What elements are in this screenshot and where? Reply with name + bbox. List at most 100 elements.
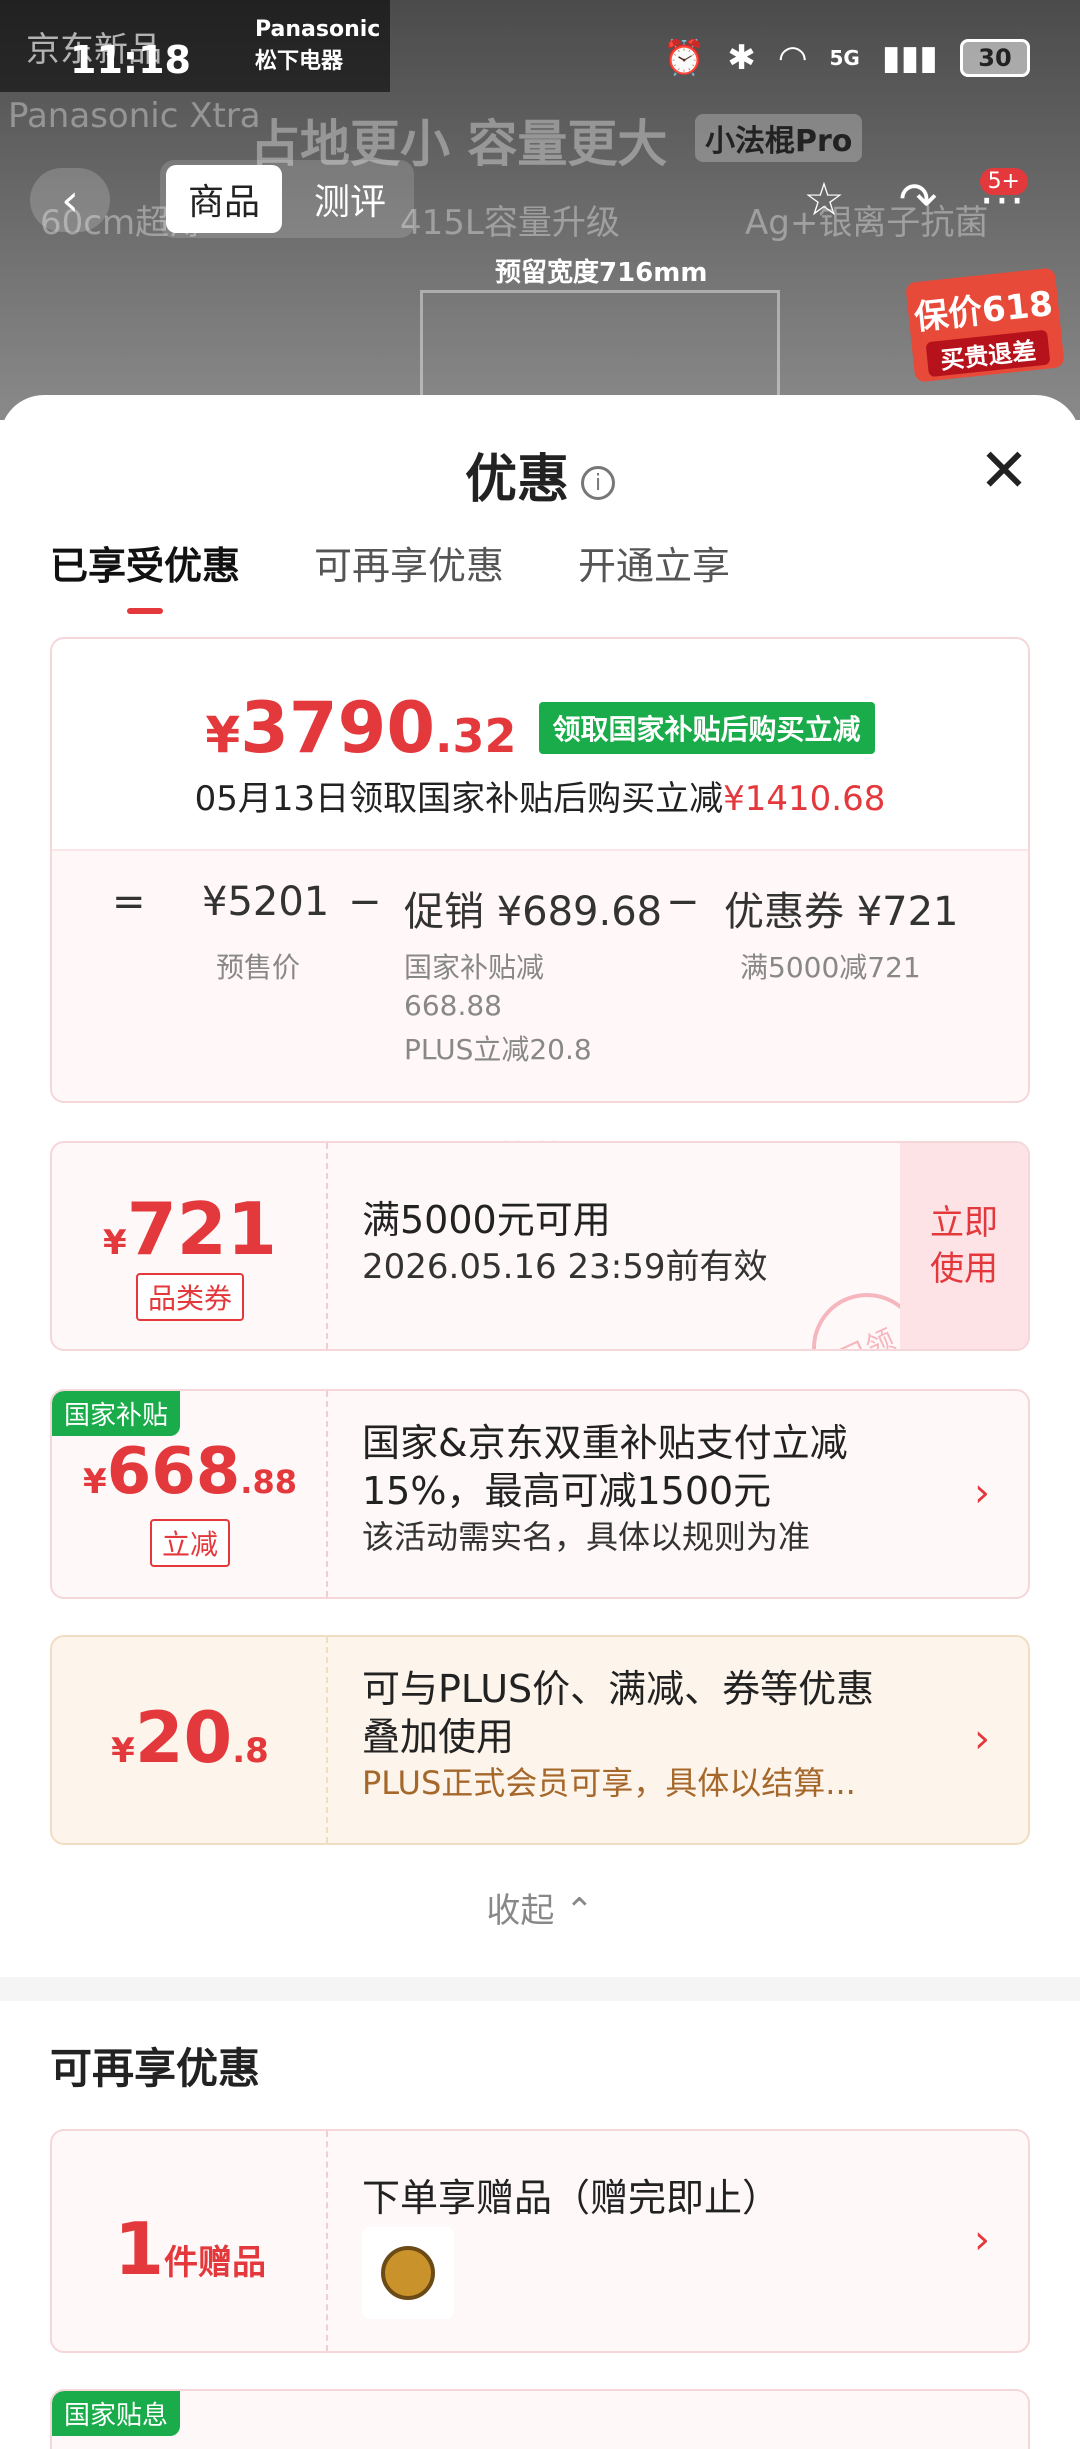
yen-symbol: ¥ bbox=[83, 1462, 107, 1502]
subsidy-value: 668 bbox=[106, 1435, 241, 1509]
product-tabs: 商品 测评 bbox=[160, 160, 415, 238]
sheet-header: 优惠 i bbox=[0, 437, 1080, 512]
subsidy-card[interactable]: 国家补贴 ¥668.88 立减 国家&京东双重补贴支付立减 15%，最高可减15… bbox=[50, 1389, 1030, 1599]
gift-count: 1件赠品 bbox=[52, 2207, 328, 2291]
battery-icon: 30 bbox=[960, 39, 1030, 77]
discount-tabs: 已享受优惠 可再享优惠 开通立享 bbox=[50, 535, 730, 614]
promo-sub: 买贵退差 bbox=[925, 329, 1051, 378]
chevron-right-icon[interactable]: › bbox=[974, 1716, 990, 1762]
subsidy-dec: .88 bbox=[240, 1463, 297, 1501]
close-icon[interactable]: ✕ bbox=[974, 441, 1034, 503]
coupon-details: 满5000元可用 2026.05.16 23:59前有效 bbox=[362, 1195, 767, 1289]
coupon-condition: 满5000元可用 bbox=[362, 1198, 611, 1242]
star-icon[interactable]: ☆ bbox=[786, 164, 862, 234]
price-summary-card: ¥3790.32 领取国家补贴后购买立减 05月13日领取国家补贴后购买立减¥1… bbox=[50, 637, 1030, 1103]
use-now-button[interactable]: 立即 使用 bbox=[900, 1143, 1028, 1349]
status-time: 11:18 bbox=[70, 38, 191, 82]
yen-symbol: ¥ bbox=[111, 1731, 135, 1771]
gift-card[interactable]: 1件赠品 下单享赠品（赠完即止） › bbox=[50, 2129, 1030, 2353]
share-icon[interactable]: ↷ bbox=[880, 164, 956, 234]
national-subsidy-tag: 国家补贴 bbox=[52, 1391, 181, 1436]
subsidy-line-2: 15%，最高可减1500元 bbox=[362, 1469, 772, 1513]
alarm-icon: ⏰ bbox=[663, 38, 706, 78]
yen-symbol: ¥ bbox=[103, 1223, 127, 1263]
instant-discount-label: 立减 bbox=[149, 1519, 230, 1567]
promo-sub-2: 668.88 bbox=[404, 989, 502, 1022]
gift-unit: 件赠品 bbox=[164, 2243, 267, 2283]
summary-amount: ¥1410.68 bbox=[723, 779, 886, 819]
gift-title: 下单享赠品（赠完即止） bbox=[362, 2176, 781, 2220]
price-breakdown: = ¥5201 预售价 − 促销 ¥689.68 国家补贴减 668.88 PL… bbox=[52, 849, 1028, 1101]
use-label-1: 立即 bbox=[930, 1203, 998, 1243]
collapse-label: 收起 bbox=[486, 1891, 555, 1931]
product-nav: ‹ 商品 测评 ☆ ↷ ⋯ 5+ bbox=[0, 150, 1080, 240]
chevron-right-icon[interactable]: › bbox=[974, 2217, 990, 2263]
coupon-value: 721 bbox=[126, 1187, 277, 1271]
status-icons: ⏰ ✱ ◠ 5G ▮▮▮ 30 bbox=[663, 38, 1030, 78]
interest-subsidy-card[interactable]: 国家贴息 bbox=[50, 2389, 1030, 2449]
info-icon[interactable]: i bbox=[581, 466, 615, 500]
summary-text: 05月13日领取国家补贴后购买立减 bbox=[194, 779, 724, 819]
promo-discount: 促销 ¥689.68 bbox=[404, 889, 663, 935]
plus-note: PLUS正式会员可享，具体以结算... bbox=[362, 1764, 856, 1802]
price-int: 3790 bbox=[240, 687, 436, 769]
plus-value: 20 bbox=[134, 1697, 233, 1779]
promo-sub-3: PLUS立减20.8 bbox=[404, 1033, 592, 1066]
coupon-type-label: 品类券 bbox=[135, 1273, 244, 1321]
gift-icon bbox=[381, 2246, 435, 2300]
minus-sign-2: − bbox=[666, 879, 700, 925]
subsidy-line-1: 国家&京东双重补贴支付立减 bbox=[362, 1421, 848, 1465]
promo-sub-1: 国家补贴减 bbox=[404, 951, 545, 984]
final-price-area: ¥3790.32 领取国家补贴后购买立减 05月13日领取国家补贴后购买立减¥1… bbox=[52, 639, 1028, 849]
back-icon[interactable]: ‹ bbox=[30, 168, 110, 232]
plus-amount: ¥20.8 bbox=[52, 1697, 328, 1779]
coupon-discount: 优惠券 ¥721 bbox=[724, 889, 959, 935]
price-protect-badge: 保价618 买贵退差 bbox=[905, 267, 1065, 383]
subsidy-tag: 领取国家补贴后购买立减 bbox=[538, 702, 875, 754]
network-label: 5G bbox=[829, 46, 860, 70]
gift-number: 1 bbox=[113, 2207, 165, 2291]
chevron-right-icon[interactable]: › bbox=[974, 1470, 990, 1516]
discount-summary-line: 05月13日领取国家补贴后购买立减¥1410.68 bbox=[52, 771, 1028, 820]
wifi-icon: ◠ bbox=[777, 38, 808, 78]
more-icon[interactable]: ⋯ 5+ bbox=[964, 164, 1040, 234]
chevron-up-icon: ⌃ bbox=[565, 1891, 594, 1931]
subsidy-note: 该活动需实名，具体以规则为准 bbox=[362, 1518, 811, 1556]
plus-line-2: 叠加使用 bbox=[362, 1715, 515, 1759]
plus-line-1: 可与PLUS价、满减、券等优惠 bbox=[362, 1667, 875, 1711]
coupon-expiry: 2026.05.16 23:59前有效 bbox=[362, 1247, 768, 1287]
ghost-width-label: 预留宽度716mm bbox=[495, 258, 708, 288]
coupon-type: 品类券 bbox=[52, 1273, 328, 1321]
promo-breakdown: 国家补贴减 668.88 PLUS立减20.8 bbox=[404, 949, 592, 1069]
use-label-2: 使用 bbox=[930, 1249, 998, 1289]
presale-price: ¥5201 bbox=[202, 879, 330, 925]
tab-activate[interactable]: 开通立享 bbox=[578, 535, 730, 604]
final-price: ¥3790.32 领取国家补贴后购买立减 bbox=[52, 687, 1028, 769]
tab-more-available[interactable]: 可再享优惠 bbox=[314, 535, 504, 604]
plus-dec: .8 bbox=[232, 1731, 269, 1771]
tab-product[interactable]: 商品 bbox=[166, 165, 283, 233]
message-badge: 5+ bbox=[979, 168, 1028, 195]
yen-symbol: ¥ bbox=[205, 706, 241, 764]
bluetooth-icon: ✱ bbox=[727, 38, 756, 78]
collapse-button[interactable]: 收起 ⌃ bbox=[0, 1883, 1080, 1932]
price-dec: .32 bbox=[435, 709, 517, 763]
tab-review[interactable]: 测评 bbox=[292, 165, 408, 233]
coupon-amount: ¥721 bbox=[52, 1187, 328, 1271]
section-divider bbox=[0, 1977, 1080, 2001]
coupon-condition: 满5000减721 bbox=[740, 951, 921, 984]
discount-sheet: 优惠 i ✕ 已享受优惠 可再享优惠 开通立享 ¥3790.32 领取国家补贴后购… bbox=[0, 395, 1080, 2449]
sheet-title: 优惠 bbox=[464, 450, 569, 510]
subsidy-details: 国家&京东双重补贴支付立减 15%，最高可减1500元 该活动需实名，具体以规则… bbox=[362, 1419, 942, 1559]
tab-enjoyed[interactable]: 已享受优惠 bbox=[50, 535, 240, 614]
status-bar: 11:18 ⏰ ✱ ◠ 5G ▮▮▮ 30 bbox=[0, 0, 1080, 120]
subsidy-amount: ¥668.88 bbox=[52, 1435, 328, 1509]
subsidy-label: 立减 bbox=[52, 1519, 328, 1567]
plus-details: 可与PLUS价、满减、券等优惠 叠加使用 PLUS正式会员可享，具体以结算... bbox=[362, 1665, 942, 1805]
final-price-value: ¥3790.32 bbox=[205, 687, 516, 769]
coupon-card[interactable]: ¥721 品类券 满5000元可用 2026.05.16 23:59前有效 已领… bbox=[50, 1141, 1030, 1351]
gift-thumbnail[interactable] bbox=[362, 2227, 454, 2319]
section-title: 可再享优惠 bbox=[50, 2044, 261, 2093]
plus-card[interactable]: ¥20.8 可与PLUS价、满减、券等优惠 叠加使用 PLUS正式会员可享，具体… bbox=[50, 1635, 1030, 1845]
minus-sign-1: − bbox=[348, 879, 382, 925]
